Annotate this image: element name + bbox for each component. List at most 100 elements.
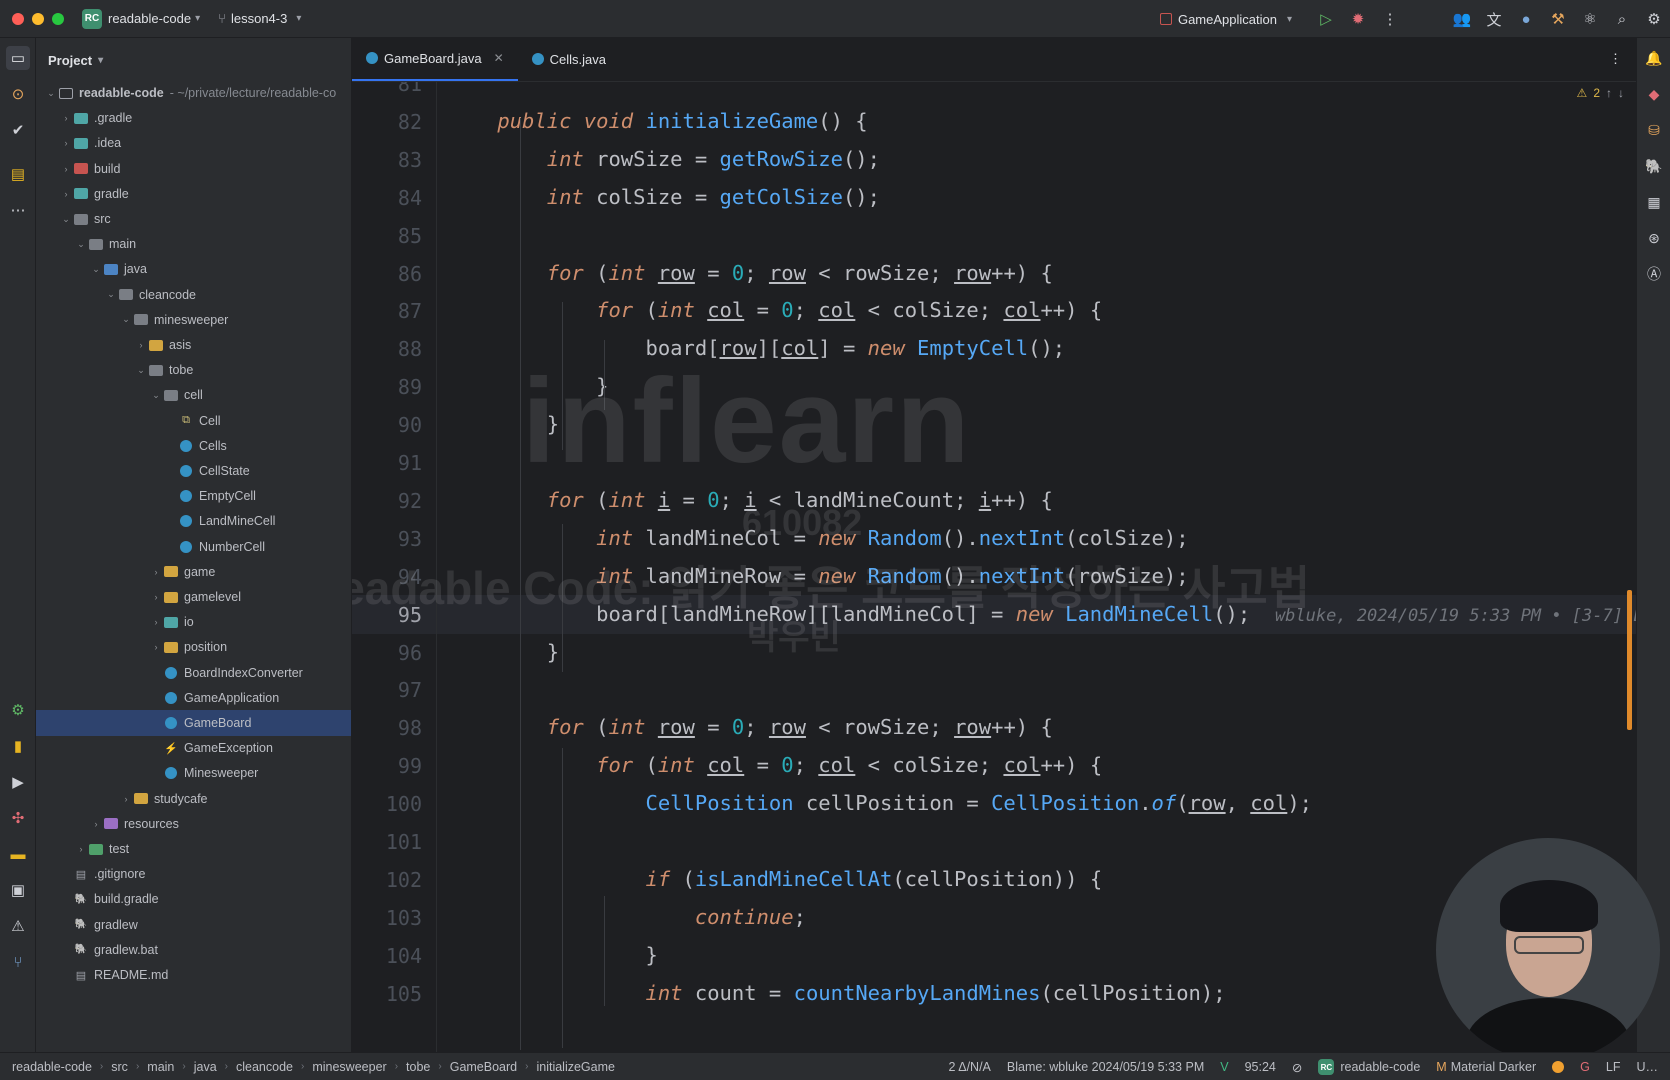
- tree-item-gradle[interactable]: › gradle: [36, 181, 351, 207]
- tree-item-minesweeper[interactable]: ⌄ minesweeper: [36, 307, 351, 333]
- line-number[interactable]: 103: [352, 906, 422, 930]
- code-line[interactable]: for (int row = 0; row < rowSize; row++) …: [448, 254, 1053, 293]
- code-line[interactable]: }: [448, 367, 608, 406]
- line-number[interactable]: 92: [352, 489, 422, 513]
- tab-gameboard-java[interactable]: GameBoard.java ✕: [352, 37, 518, 81]
- tree-item-gamelevel[interactable]: › gamelevel: [36, 584, 351, 610]
- line-number[interactable]: 84: [352, 186, 422, 210]
- inspection-widget[interactable]: ⚠ 2 ↑ ↓: [1577, 86, 1624, 100]
- debug-icon[interactable]: ✹: [1342, 10, 1374, 28]
- code-line[interactable]: }: [448, 405, 559, 444]
- tree-item-gameboard[interactable]: GameBoard: [36, 710, 351, 736]
- todo-icon[interactable]: ▬: [6, 842, 30, 866]
- translate-icon[interactable]: 文: [1478, 9, 1510, 30]
- line-number[interactable]: 91: [352, 451, 422, 475]
- chevron-down-icon[interactable]: ⌄: [89, 264, 103, 275]
- line-number[interactable]: 102: [352, 868, 422, 892]
- code-line[interactable]: board[landMineRow][landMineCol] = new La…: [448, 595, 1636, 634]
- chevron-down-icon[interactable]: ⌄: [119, 314, 133, 325]
- line-number[interactable]: 82: [352, 110, 422, 134]
- code-line[interactable]: }: [448, 633, 559, 672]
- code-line[interactable]: int colSize = getColSize();: [448, 178, 880, 217]
- blame-status[interactable]: Blame: wbluke 2024/05/19 5:33 PM: [1007, 1060, 1204, 1074]
- code-line[interactable]: continue;: [448, 898, 806, 937]
- tree-item-landminecell[interactable]: LandMineCell: [36, 508, 351, 534]
- code-line[interactable]: int landMineCol = new Random().nextInt(c…: [448, 519, 1188, 558]
- vcs-status[interactable]: 2 Δ/N/A: [948, 1060, 990, 1074]
- tree-item-tobe[interactable]: ⌄ tobe: [36, 357, 351, 383]
- branch-selector[interactable]: ⑂ lesson4-3 ▾: [218, 11, 301, 26]
- line-number[interactable]: 94: [352, 565, 422, 589]
- breadcrumb-item[interactable]: GameBoard: [450, 1060, 517, 1074]
- minimize-window-button[interactable]: [32, 12, 44, 25]
- line-number[interactable]: 96: [352, 641, 422, 665]
- text-tool-icon[interactable]: Ⓐ: [1642, 262, 1666, 286]
- arrow-down-icon[interactable]: ↓: [1618, 86, 1624, 100]
- breadcrumb-item[interactable]: readable-code: [12, 1060, 92, 1074]
- chevron-down-icon[interactable]: ⌄: [74, 239, 88, 250]
- chevron-right-icon[interactable]: ›: [134, 340, 148, 350]
- services-icon[interactable]: ⚙: [6, 698, 30, 722]
- line-number[interactable]: 95: [352, 603, 422, 627]
- project-tool-icon[interactable]: ▭: [6, 46, 30, 70]
- tree-item-build[interactable]: › build: [36, 156, 351, 182]
- code-line[interactable]: public void initializeGame() {: [448, 102, 867, 141]
- project-status[interactable]: RC readable-code: [1318, 1059, 1420, 1075]
- tab-cells-java[interactable]: Cells.java: [518, 37, 620, 81]
- record-icon[interactable]: ●: [1510, 11, 1542, 28]
- code-line[interactable]: for (int col = 0; col < colSize; col++) …: [448, 291, 1102, 330]
- line-number[interactable]: 101: [352, 830, 422, 854]
- tree-item-gradle[interactable]: › .gradle: [36, 105, 351, 131]
- breadcrumb-item[interactable]: java: [194, 1060, 217, 1074]
- line-number[interactable]: 104: [352, 944, 422, 968]
- breadcrumb-item[interactable]: tobe: [406, 1060, 430, 1074]
- breadcrumb-item[interactable]: main: [147, 1060, 174, 1074]
- line-separator[interactable]: LF: [1606, 1060, 1621, 1074]
- project-badge[interactable]: RC: [82, 8, 102, 29]
- line-number[interactable]: 90: [352, 413, 422, 437]
- database-icon[interactable]: ▮: [6, 734, 30, 758]
- chevron-right-icon[interactable]: ›: [59, 164, 73, 174]
- tree-item-game[interactable]: › game: [36, 559, 351, 585]
- more-tools-icon[interactable]: ⋯: [6, 198, 30, 222]
- arrow-up-icon[interactable]: ↑: [1606, 86, 1612, 100]
- chevron-right-icon[interactable]: ›: [149, 567, 163, 577]
- line-number[interactable]: 81: [352, 82, 422, 96]
- google-icon[interactable]: G: [1580, 1060, 1590, 1074]
- tree-item-cleancode[interactable]: ⌄ cleancode: [36, 282, 351, 308]
- close-window-button[interactable]: [12, 12, 24, 25]
- theme-status[interactable]: M Material Darker: [1436, 1060, 1536, 1074]
- code-line[interactable]: board[row][col] = new EmptyCell();: [448, 329, 1065, 368]
- tab-options-button[interactable]: ⋮: [1595, 37, 1636, 81]
- breadcrumb-item[interactable]: minesweeper: [312, 1060, 386, 1074]
- file-encoding[interactable]: U…: [1636, 1060, 1658, 1074]
- tree-item-main[interactable]: ⌄ main: [36, 231, 351, 257]
- chevron-down-icon[interactable]: ⌄: [44, 88, 58, 99]
- version-control-icon[interactable]: ⑂: [6, 950, 30, 974]
- chevron-down-icon[interactable]: ⌄: [134, 365, 148, 376]
- tree-item-build-gradle[interactable]: 🐘 build.gradle: [36, 886, 351, 912]
- line-number[interactable]: 97: [352, 678, 422, 702]
- chevron-right-icon[interactable]: ›: [89, 819, 103, 829]
- tree-item-resources[interactable]: › resources: [36, 811, 351, 837]
- tree-item-readable-code[interactable]: ⌄ readable-code - ~/private/lecture/readab…: [36, 80, 351, 106]
- breadcrumb-item[interactable]: src: [111, 1060, 128, 1074]
- structure-tool-icon[interactable]: ▤: [6, 162, 30, 186]
- tree-item-emptycell[interactable]: EmptyCell: [36, 483, 351, 509]
- tree-item-java[interactable]: ⌄ java: [36, 256, 351, 282]
- tree-item-asis[interactable]: › asis: [36, 332, 351, 358]
- chevron-right-icon[interactable]: ›: [59, 138, 73, 148]
- line-number[interactable]: 98: [352, 716, 422, 740]
- tree-item-gitignore[interactable]: ▤ .gitignore: [36, 861, 351, 887]
- line-number[interactable]: 105: [352, 982, 422, 1006]
- tree-item-gradlew-bat[interactable]: 🐘 gradlew.bat: [36, 937, 351, 963]
- readonly-icon[interactable]: ⊘: [1292, 1060, 1302, 1075]
- code-line[interactable]: int landMineRow = new Random().nextInt(r…: [448, 557, 1188, 596]
- settings-icon[interactable]: ⚙: [1638, 10, 1670, 28]
- chevron-right-icon[interactable]: ›: [149, 642, 163, 652]
- line-number[interactable]: 86: [352, 262, 422, 286]
- problems-icon[interactable]: ⚠: [6, 914, 30, 938]
- ai-icon[interactable]: ⊛: [1642, 226, 1666, 250]
- project-panel-header[interactable]: Project ▾: [36, 38, 351, 82]
- code-line[interactable]: }: [448, 936, 657, 975]
